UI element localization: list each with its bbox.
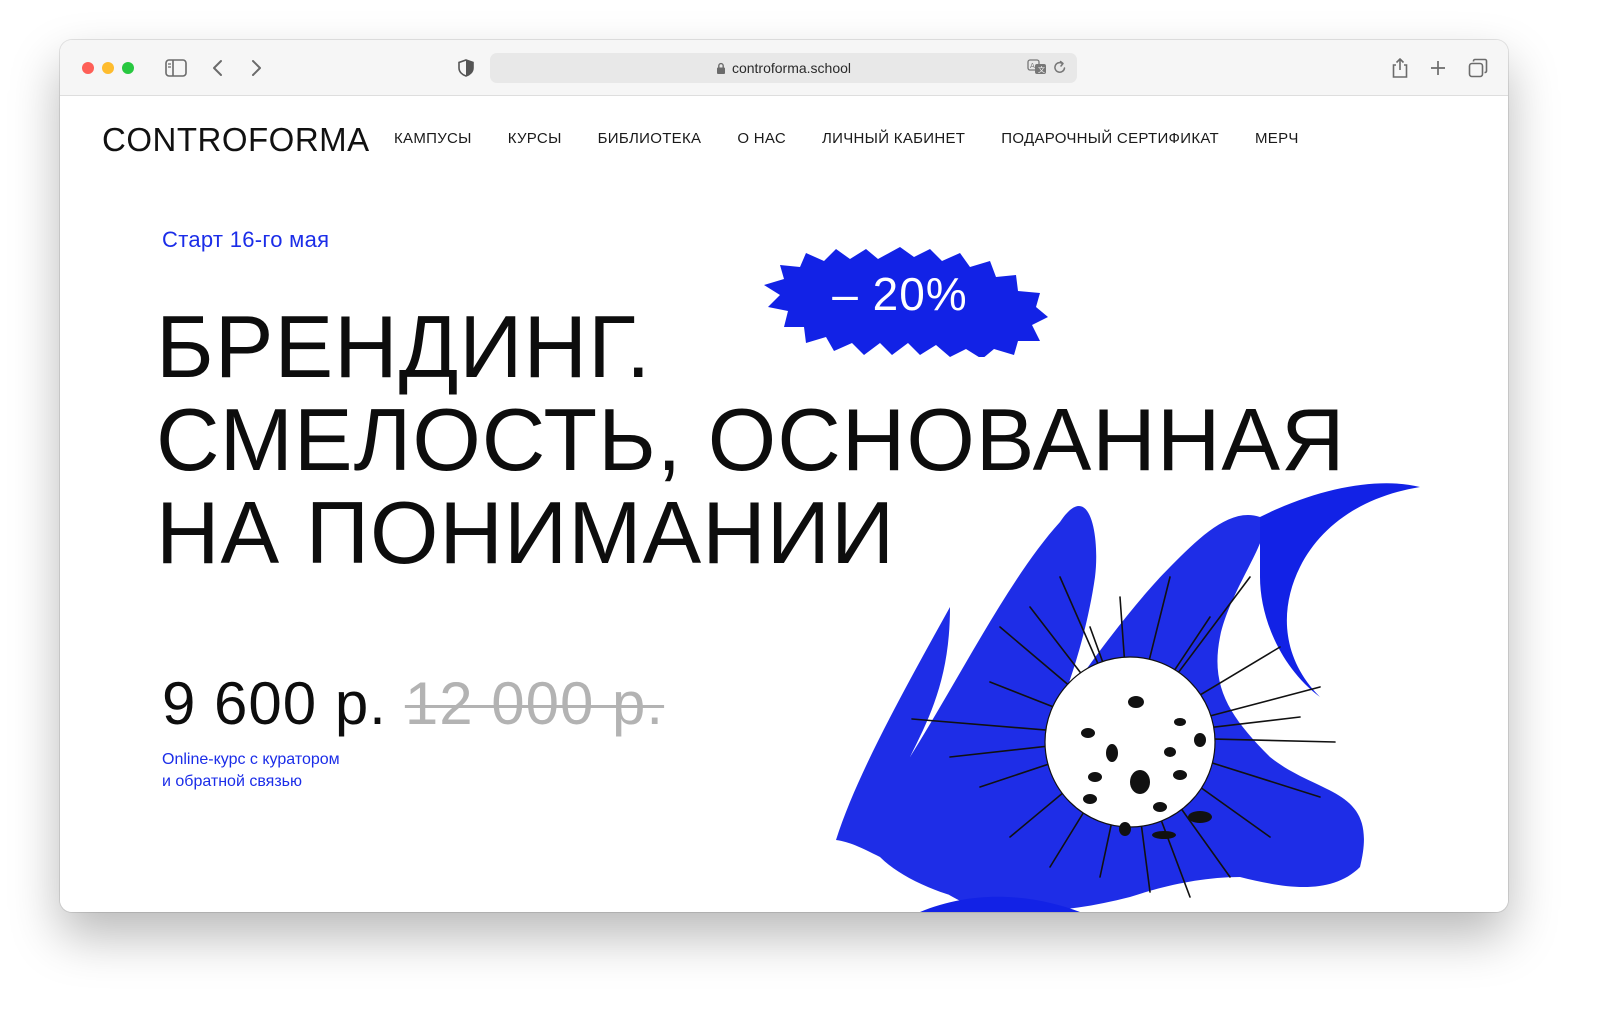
lock-icon <box>716 62 726 75</box>
nav-account[interactable]: ЛИЧНЫЙ КАБИНЕТ <box>822 130 965 147</box>
nav-merch[interactable]: МЕРЧ <box>1255 130 1299 147</box>
url-text: controforma.school <box>731 60 852 76</box>
share-icon[interactable] <box>1386 54 1414 82</box>
start-date: Старт 16-го мая <box>162 227 330 252</box>
reload-icon[interactable] <box>1053 59 1067 78</box>
zoom-window-button[interactable] <box>122 62 134 74</box>
course-description: Online-курс с куратором и обратной связь… <box>162 749 422 793</box>
svg-text:文: 文 <box>1038 65 1045 74</box>
browser-window: controforma.school A文 CONTROFORMA КАМПУС… <box>60 40 1508 912</box>
price-old: 12 000 р. <box>404 670 665 737</box>
close-window-button[interactable] <box>82 62 94 74</box>
headline-line-2: СМЕЛОСТЬ, ОСНОВАННАЯ <box>156 390 1346 489</box>
address-bar[interactable]: controforma.school A文 <box>490 53 1077 83</box>
course-description-line-1: Online-курс с куратором <box>162 751 340 768</box>
forward-icon[interactable] <box>242 54 270 82</box>
translate-icon[interactable]: A文 <box>1027 59 1047 78</box>
main-nav: КАМПУСЫ КУРСЫ БИБЛИОТЕКА О НАС ЛИЧНЫЙ КА… <box>394 130 1335 147</box>
back-icon[interactable] <box>204 54 232 82</box>
nav-library[interactable]: БИБЛИОТЕКА <box>598 130 702 147</box>
page-title: БРЕНДИНГ. СМЕЛОСТЬ, ОСНОВАННАЯ НА ПОНИМА… <box>156 300 1406 579</box>
tabs-overview-icon[interactable] <box>1464 54 1492 82</box>
shield-icon[interactable] <box>452 54 480 82</box>
course-description-line-2: и обратной связью <box>162 773 302 790</box>
sidebar-icon[interactable] <box>162 54 190 82</box>
new-tab-icon[interactable] <box>1424 54 1452 82</box>
nav-about[interactable]: О НАС <box>737 130 786 147</box>
site-logo[interactable]: CONTROFORMA <box>102 121 370 159</box>
headline-line-1: БРЕНДИНГ. <box>156 297 652 396</box>
nav-gift-certificate[interactable]: ПОДАРОЧНЫЙ СЕРТИФИКАТ <box>1001 130 1219 147</box>
minimize-window-button[interactable] <box>102 62 114 74</box>
price-new: 9 600 р. <box>162 670 387 737</box>
headline-line-3: НА ПОНИМАНИИ <box>156 483 896 582</box>
price: 9 600 р. 12 000 р. <box>162 669 664 738</box>
svg-text:A: A <box>1030 62 1035 70</box>
web-page: CONTROFORMA КАМПУСЫ КУРСЫ БИБЛИОТЕКА О Н… <box>60 97 1508 912</box>
nav-campuses[interactable]: КАМПУСЫ <box>394 130 472 147</box>
browser-toolbar: controforma.school A文 <box>60 40 1508 96</box>
nav-courses[interactable]: КУРСЫ <box>508 130 562 147</box>
